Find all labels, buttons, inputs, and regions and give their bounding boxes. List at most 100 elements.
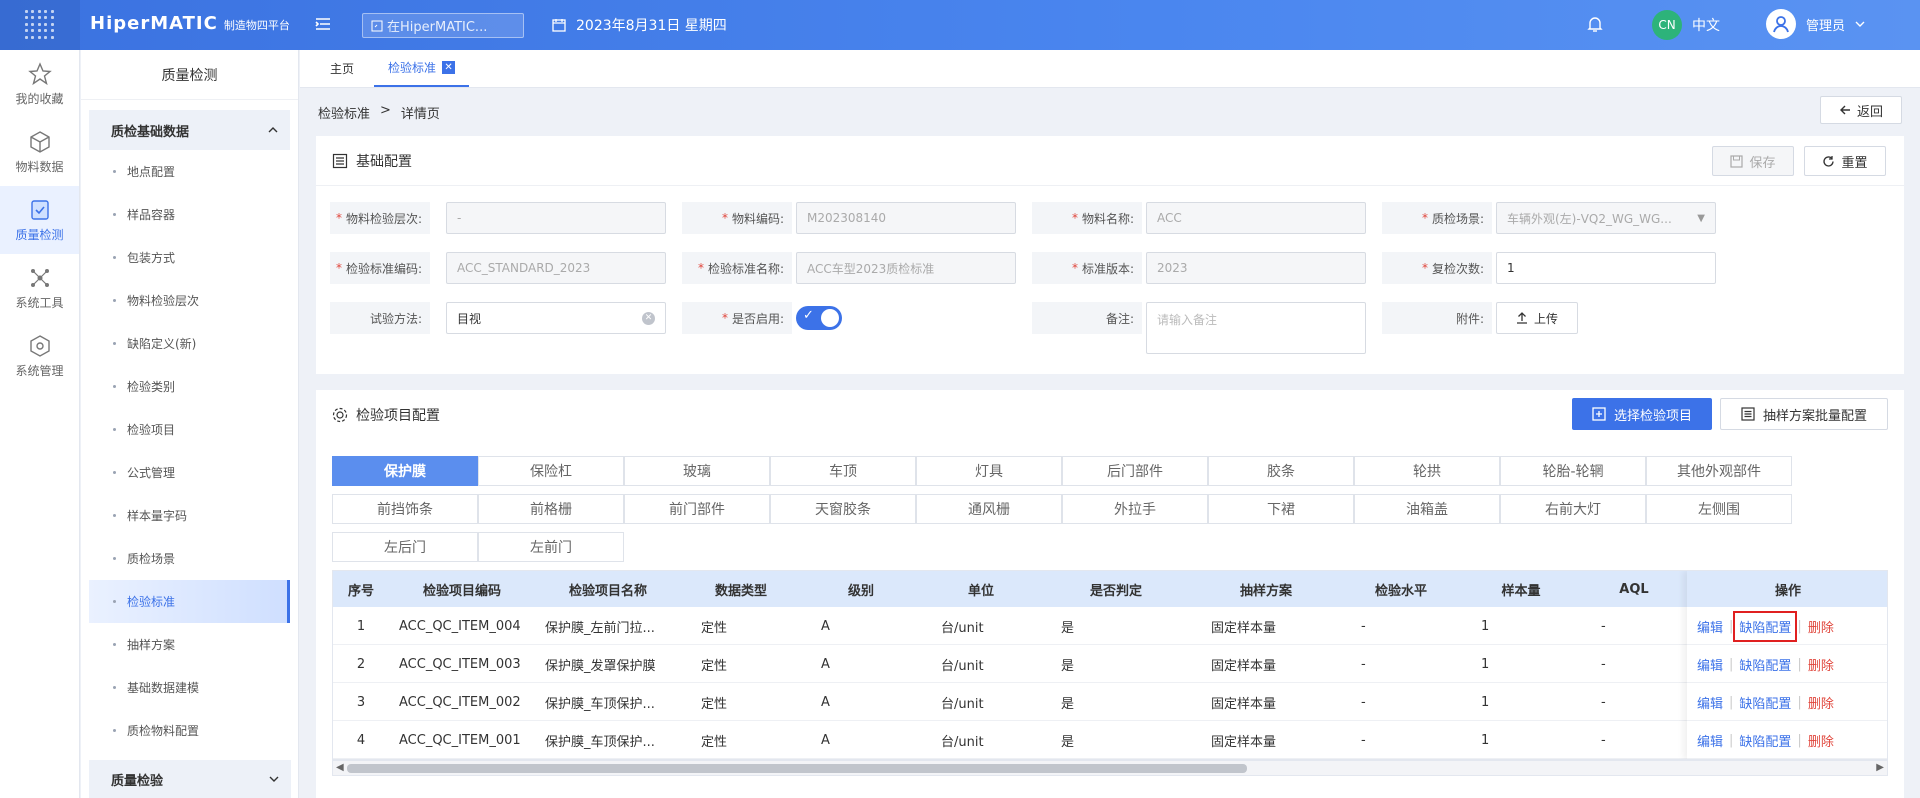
delete-link[interactable]: 删除 (1808, 731, 1834, 750)
cell-inspection-level: - (1361, 694, 1366, 710)
sidebar-item-inspection-item[interactable]: 检验项目 (89, 408, 290, 451)
category-tab[interactable]: 通风栅 (916, 494, 1062, 524)
category-tab[interactable]: 前门部件 (624, 494, 770, 524)
sidebar-item-inspection-category[interactable]: 检验类别 (89, 365, 290, 408)
sidebar-item-sampling-plan[interactable]: 抽样方案 (89, 623, 290, 666)
category-tab[interactable]: 玻璃 (624, 456, 770, 486)
save-label: 保存 (1749, 155, 1776, 171)
inspection-items-table: 序号 检验项目编码 检验项目名称 数据类型 级别 单位 是否判定 抽样方案 检验… (332, 570, 1888, 760)
delete-link[interactable]: 删除 (1808, 655, 1834, 674)
edit-link[interactable]: 编辑 (1697, 731, 1723, 750)
back-button[interactable]: 返回 (1820, 96, 1902, 124)
sidebar-item-formula[interactable]: 公式管理 (89, 451, 290, 494)
tab-home[interactable]: 主页 (316, 49, 368, 87)
category-tab[interactable]: 轮胎-轮辋 (1500, 456, 1646, 486)
select-items-button[interactable]: 选择检验项目 (1572, 398, 1712, 430)
remark-textarea[interactable]: 请输入备注 (1146, 302, 1366, 354)
menu-toggle-icon[interactable] (314, 15, 334, 35)
delete-link[interactable]: 删除 (1808, 693, 1834, 712)
language-switcher[interactable]: CN 中文 (1652, 10, 1720, 40)
cell-item-name: 保护膜_发罩保护膜 (545, 658, 656, 674)
cell-judged: 是 (1061, 658, 1075, 674)
edit-link[interactable]: 编辑 (1697, 693, 1723, 712)
sidebar-group-base-data[interactable]: 质检基础数据 (89, 110, 290, 150)
cell-index: 4 (356, 732, 366, 748)
category-tab[interactable]: 其他外观部件 (1646, 456, 1792, 486)
sidebar-item-inspection-level[interactable]: 物料检验层次 (89, 279, 290, 322)
category-tab[interactable]: 灯具 (916, 456, 1062, 486)
category-tab[interactable]: 保护膜 (332, 456, 478, 486)
category-tab[interactable]: 后门部件 (1062, 456, 1208, 486)
sidebar-item-location-config[interactable]: 地点配置 (89, 150, 290, 193)
sidebar-item-qc-material[interactable]: 质检物料配置 (89, 709, 290, 752)
sidebar-item-sample-container[interactable]: 样品容器 (89, 193, 290, 236)
enabled-toggle[interactable]: ✓ (796, 306, 842, 330)
category-tab[interactable]: 前格栅 (478, 494, 624, 524)
category-tab[interactable]: 天窗胶条 (770, 494, 916, 524)
breadcrumb-parent[interactable]: 检验标准 (318, 103, 370, 122)
test-method-value: 目视 (457, 311, 482, 326)
batch-sampling-button[interactable]: 抽样方案批量配置 (1720, 398, 1888, 430)
sidebar-item-qc-scene[interactable]: 质检场景 (89, 537, 290, 580)
scroll-left-icon[interactable]: ◀ (336, 762, 344, 773)
chevron-down-icon (269, 776, 279, 782)
category-tab[interactable]: 右前大灯 (1500, 494, 1646, 524)
close-icon[interactable]: ✕ (442, 60, 456, 74)
defect-config-link[interactable]: 缺陷配置 (1739, 731, 1791, 750)
sidebar-group-quality-inspection[interactable]: 质量检验 (89, 760, 291, 798)
cell-unit: 台/unit (941, 734, 984, 750)
col-header: AQL (1619, 581, 1649, 597)
sidebar-item-sample-code[interactable]: 样本量字码 (89, 494, 290, 537)
language-label: 中文 (1692, 18, 1720, 34)
edit-link[interactable]: 编辑 (1697, 655, 1723, 674)
notification-bell-icon[interactable] (1586, 15, 1606, 35)
delete-link[interactable]: 删除 (1808, 617, 1834, 636)
rail-item-material-data[interactable]: 物料数据 (0, 118, 79, 186)
rail-item-quality-inspection[interactable]: 质量检测 (0, 186, 79, 254)
category-tab[interactable]: 前挡饰条 (332, 494, 478, 524)
category-tab[interactable]: 左前门 (478, 532, 624, 562)
category-tab[interactable]: 胶条 (1208, 456, 1354, 486)
sidebar-item-packaging[interactable]: 包装方式 (89, 236, 290, 279)
category-tab[interactable]: 左侧围 (1646, 494, 1792, 524)
search-input[interactable]: 在HiperMATIC... (362, 13, 524, 38)
sidebar-item-data-modeling[interactable]: 基础数据建模 (89, 666, 290, 709)
app-grid-button[interactable] (0, 0, 80, 50)
scrollbar-thumb[interactable] (347, 764, 1247, 773)
category-tab[interactable]: 油箱盖 (1354, 494, 1500, 524)
scroll-right-icon[interactable]: ▶ (1876, 762, 1884, 773)
category-tab[interactable]: 车顶 (770, 456, 916, 486)
rail-item-system-management[interactable]: 系统管理 (0, 322, 79, 390)
category-tab[interactable]: 保险杠 (478, 456, 624, 486)
recheck-count-input[interactable]: 1 (1496, 252, 1716, 284)
clear-icon[interactable]: ✕ (642, 312, 655, 325)
defect-config-link[interactable]: 缺陷配置 (1739, 655, 1791, 674)
sidebar-item-inspection-standard[interactable]: 检验标准 (89, 580, 290, 623)
user-menu[interactable]: 管理员 (1766, 9, 1865, 39)
defect-config-link[interactable]: 缺陷配置 (1739, 693, 1791, 712)
rail-item-system-tools[interactable]: 系统工具 (0, 254, 79, 322)
user-icon (1773, 16, 1789, 33)
cell-unit: 台/unit (941, 658, 984, 674)
qc-scene-select[interactable]: 车辆外观(左)-VQ2_WG_WG... ▼ (1496, 202, 1716, 234)
horizontal-scrollbar[interactable]: ◀ ▶ (332, 760, 1888, 776)
tab-inspection-standard[interactable]: 检验标准 ✕ (374, 49, 470, 87)
upload-button[interactable]: 上传 (1496, 302, 1578, 334)
list-icon (1741, 407, 1755, 421)
defect-config-link[interactable]: 缺陷配置 (1733, 610, 1798, 642)
test-method-label: 试验方法: (330, 302, 430, 334)
save-button[interactable]: 保存 (1712, 146, 1794, 176)
rail-item-label: 物料数据 (15, 159, 64, 174)
rail-item-favorites[interactable]: 我的收藏 (0, 50, 79, 118)
category-tab[interactable]: 轮拱 (1354, 456, 1500, 486)
top-header: HiperMATIC 制造物四平台 在HiperMATIC... 2023年8月… (0, 0, 1920, 50)
edit-link[interactable]: 编辑 (1697, 617, 1723, 636)
category-tab[interactable]: 下裙 (1208, 494, 1354, 524)
reset-button[interactable]: 重置 (1804, 146, 1886, 176)
cell-sampling-plan: 固定样本量 (1211, 620, 1277, 636)
material-name-label: * 物料名称: (1032, 202, 1142, 234)
test-method-input[interactable]: 目视 ✕ (446, 302, 666, 334)
category-tab[interactable]: 外拉手 (1062, 494, 1208, 524)
category-tab[interactable]: 左后门 (332, 532, 478, 562)
sidebar-item-defect-definition[interactable]: 缺陷定义(新) (89, 322, 290, 365)
